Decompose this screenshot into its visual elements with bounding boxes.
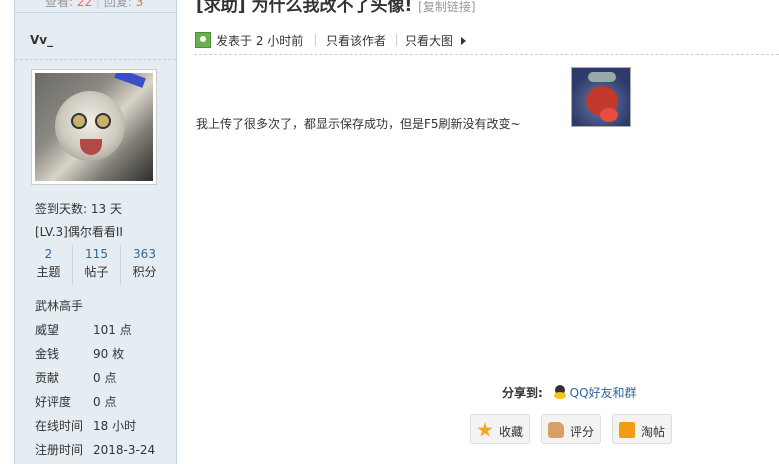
profile-value: 2018-3-24 — [93, 443, 156, 457]
divider — [396, 34, 397, 46]
avatar[interactable] — [35, 73, 153, 181]
checkin-days: 签到天数: 13 天 — [35, 202, 122, 216]
divider — [315, 34, 316, 46]
profile-value: 18 小时 — [93, 419, 137, 433]
profile-value: 90 枚 — [93, 347, 125, 361]
big-image-link[interactable]: 只看大图 — [405, 32, 453, 49]
profile-key: 在线时间 — [35, 419, 84, 433]
share-qq-link[interactable]: QQ好友和群 — [570, 386, 637, 400]
stat-threads[interactable]: 2 主题 — [25, 245, 72, 285]
profile-row: 好评度 0 点 — [35, 393, 116, 410]
views-label: 查看: — [45, 0, 74, 9]
replies-value: 3 — [135, 0, 144, 9]
stat-value[interactable]: 2 — [25, 245, 72, 263]
post-emoji-image[interactable] — [571, 67, 631, 127]
rate-label: 评分 — [570, 425, 595, 439]
user-stats: 2 主题 115 帖子 363 积分 — [25, 245, 168, 285]
user-level[interactable]: [LV.3]偶尔看看II — [35, 223, 123, 240]
profile-key: 贡献 — [35, 371, 60, 385]
author-name[interactable]: Vv_ — [30, 33, 53, 47]
author-row: Vv_ — [15, 13, 176, 60]
arrow-right-icon[interactable] — [461, 37, 466, 45]
thread-title: [求助] 为什么我改不了头像! [复制链接] — [196, 0, 476, 16]
profile-key: 好评度 — [35, 395, 72, 409]
author-only-link[interactable]: 只看该作者 — [326, 32, 386, 49]
profile-value: 0 点 — [93, 395, 117, 409]
profile-key: 金钱 — [35, 347, 60, 361]
share-bar: 分享到: QQ好友和群 — [502, 384, 637, 401]
sidebar-top-cut: 查看: 22 | 回复: 3 — [14, 0, 177, 12]
avatar-frame[interactable] — [31, 69, 157, 185]
profile-value: 101 点 — [93, 323, 132, 337]
stat-value[interactable]: 363 — [121, 245, 168, 263]
view-reply-stats: 查看: 22 | 回复: 3 — [45, 0, 143, 10]
qq-icon[interactable] — [553, 385, 567, 399]
thread-title-text: [求助] 为什么我改不了头像! — [196, 0, 413, 16]
profile-row: 贡献 0 点 — [35, 369, 116, 386]
profile-row: 金钱 90 枚 — [35, 345, 124, 362]
profile-row: 在线时间 18 小时 — [35, 417, 136, 434]
post-meta-bar: 发表于 2 小时前 只看该作者 只看大图 — [194, 30, 779, 55]
rank-title: 武林高手 — [35, 299, 84, 313]
favorite-button[interactable]: 收藏 — [470, 414, 530, 444]
profile-value: 0 点 — [93, 371, 117, 385]
author-sidebar: Vv_ 签到天数: 13 天 [LV.3]偶尔看看II 2 主题 115 帖子 … — [14, 12, 177, 464]
favorite-label: 收藏 — [499, 425, 524, 439]
copy-link[interactable]: [复制链接] — [418, 0, 475, 14]
stat-posts[interactable]: 115 帖子 — [72, 245, 120, 285]
profile-row: 威望 101 点 — [35, 321, 132, 338]
online-icon — [195, 32, 211, 48]
profile-key: 注册时间 — [35, 443, 84, 457]
star-icon — [477, 422, 493, 437]
stat-value[interactable]: 115 — [73, 245, 120, 263]
stat-label: 主题 — [36, 265, 61, 279]
profile-key: 威望 — [35, 323, 60, 337]
stat-credits[interactable]: 363 积分 — [120, 245, 168, 285]
tao-label: 淘帖 — [641, 425, 666, 439]
stat-label: 积分 — [132, 265, 157, 279]
share-label: 分享到: — [502, 386, 543, 400]
rate-button[interactable]: 评分 — [541, 414, 601, 444]
replies-label: 回复: — [103, 0, 132, 9]
tao-icon — [619, 422, 635, 438]
profile-row: 注册时间 2018-3-24 — [35, 441, 155, 458]
stat-label: 帖子 — [84, 265, 109, 279]
tao-button[interactable]: 淘帖 — [612, 414, 672, 444]
thumb-icon — [548, 422, 564, 438]
views-value: 22 — [76, 0, 93, 9]
post-content: 我上传了很多次了，都显示保存成功，但是F5刷新没有改变~ — [196, 117, 521, 131]
post-time: 发表于 2 小时前 — [216, 34, 304, 48]
